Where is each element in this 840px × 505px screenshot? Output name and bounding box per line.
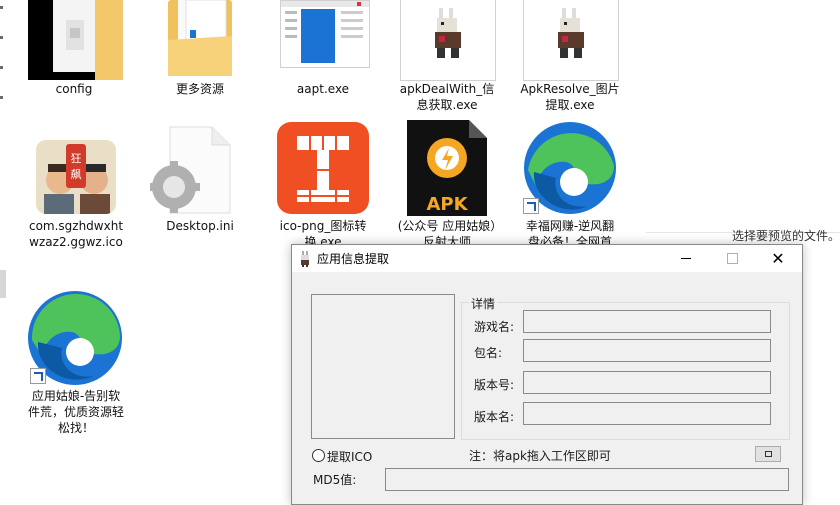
- icon-label: Desktop.ini: [166, 219, 234, 233]
- version-name-label: 版本名:: [474, 410, 515, 424]
- game-name-field[interactable]: [523, 310, 771, 333]
- icon-label: 更多资源: [175, 82, 224, 96]
- version-name-field[interactable]: [523, 402, 771, 425]
- folder-icon: [168, 0, 232, 78]
- button-glyph-icon: [764, 451, 772, 457]
- small-action-button[interactable]: [755, 446, 781, 462]
- md5-field[interactable]: [385, 468, 789, 491]
- game-badge-bottom: 飙: [71, 167, 82, 181]
- close-button[interactable]: ✕: [755, 245, 801, 272]
- preview-pane-text: 选择要预览的文件。: [732, 229, 840, 243]
- icon-label: com.sgzhdwxhtwzaz2.ggwz.ico: [28, 219, 124, 249]
- extract-ico-radio[interactable]: [312, 449, 325, 462]
- apk-file-icon: APK: [407, 120, 487, 216]
- pixel-rabbit-icon: [400, 0, 496, 81]
- shortcut-arrow-icon: [523, 198, 539, 214]
- shortcut-arrow-icon: [30, 368, 46, 384]
- version-code-label: 版本号:: [474, 378, 515, 392]
- close-icon: ✕: [771, 248, 785, 268]
- extract-ico-label[interactable]: 提取ICO: [327, 448, 372, 465]
- ico-tool-icon: [277, 122, 369, 214]
- icon-preview-box: [311, 294, 455, 439]
- icon-label: ApkResolve_图片提取.exe: [520, 82, 620, 112]
- package-name-field[interactable]: [523, 339, 771, 362]
- game-ico-icon: 狂 飙: [36, 140, 116, 214]
- folder-thumbnail-icon: [28, 0, 123, 80]
- icon-label: aapt.exe: [296, 82, 350, 96]
- rabbit-app-icon: [301, 251, 309, 267]
- pixel-rabbit-icon: [523, 0, 619, 81]
- package-name-label: 包名:: [474, 346, 503, 360]
- icon-label: apkDealWith_信息获取.exe: [399, 82, 495, 112]
- game-name-label: 游戏名:: [474, 320, 515, 334]
- dialog-title: 应用信息提取: [317, 252, 390, 266]
- maximize-button[interactable]: [709, 245, 755, 272]
- version-code-field[interactable]: [523, 371, 771, 394]
- game-badge-top: 狂: [71, 152, 82, 165]
- maximize-icon: [726, 253, 738, 264]
- app-info-dialog[interactable]: 应用信息提取 ✕ 详情 游戏名: 包名: 版本号: 版本名: 提取ICO 注：将…: [291, 244, 803, 505]
- minimize-button[interactable]: [663, 245, 709, 272]
- icon-label: config: [55, 82, 93, 96]
- apk-badge-text: APK: [426, 194, 468, 215]
- minimize-icon: [681, 258, 691, 259]
- window-thumbnail-icon: [280, 0, 370, 68]
- icon-label: 应用姑娘-告别软件荒，优质资源轻松找！: [27, 389, 124, 435]
- settings-file-icon: [148, 125, 232, 215]
- left-edge-strip: [0, 0, 10, 503]
- details-group-title: 详情: [469, 295, 498, 312]
- drag-apk-note: 注：将apk拖入工作区即可: [469, 449, 611, 463]
- md5-label: MD5值:: [313, 473, 357, 487]
- dialog-titlebar[interactable]: 应用信息提取 ✕: [292, 245, 802, 272]
